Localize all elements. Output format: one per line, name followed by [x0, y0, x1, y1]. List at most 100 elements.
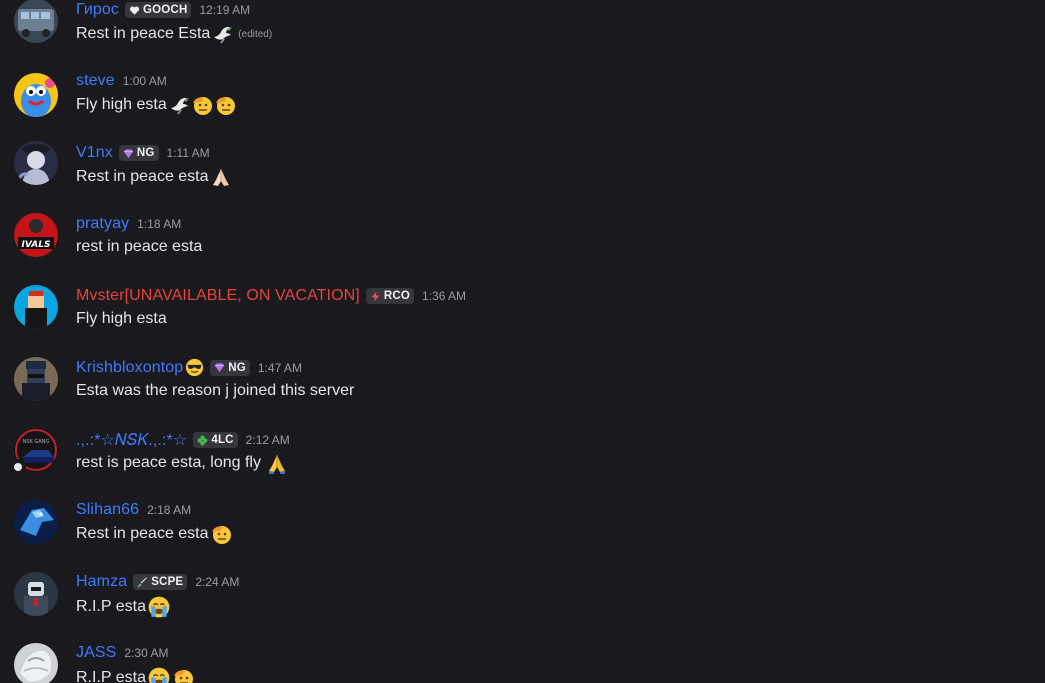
svg-text:IVALS: IVALS [22, 240, 51, 250]
username[interactable]: Гирос [76, 1, 119, 19]
timestamp[interactable]: 1:36 AM [422, 289, 466, 303]
timestamp[interactable]: 1:18 AM [137, 217, 181, 231]
message-text: R.I.P esta [76, 669, 146, 683]
folded-hands-emoji[interactable] [210, 166, 232, 188]
message-text: Esta was the reason j joined this server [76, 382, 355, 399]
avatar-container: NSK GANG [10, 428, 58, 475]
username[interactable]: Mvster[UNAVAILABLE, ON VACATION] [76, 287, 360, 305]
message-header: .,.:*☆𝑁𝑆𝐾.,.:*☆ 4LC 2:12 AM [76, 430, 290, 450]
avatar[interactable] [14, 73, 58, 117]
message-text: Rest in peace esta [76, 525, 209, 542]
message-content: Rest in peace Esta (edited) [76, 23, 272, 45]
saluting-face-emoji[interactable] [210, 523, 232, 545]
server-tag[interactable]: RCO [365, 288, 415, 304]
message-item: Hamza SCPE 2:24 AM R.I.P esta [0, 572, 1045, 632]
edited-label: (edited) [238, 28, 273, 40]
message-item: JASS 2:30 AM R.I.P esta [0, 643, 1045, 683]
message-item: steve 1:00 AM Fly high esta [0, 71, 1045, 131]
server-tag-label: SCPE [151, 576, 184, 588]
server-tag[interactable]: NG [118, 145, 159, 161]
message-text: Fly high esta [76, 310, 167, 327]
message-content: Rest in peace esta [76, 166, 232, 188]
timestamp[interactable]: 2:12 AM [246, 433, 290, 447]
message-header: pratyay 1:18 AM [76, 215, 181, 233]
timestamp[interactable]: 2:30 AM [124, 646, 168, 660]
message-content: R.I.P esta [76, 595, 171, 619]
message-content: R.I.P esta [76, 666, 194, 683]
message-content: Fly high esta [76, 310, 167, 328]
username[interactable]: V1nx [76, 144, 113, 162]
server-tag[interactable]: SCPE [133, 574, 188, 590]
username[interactable]: steve [76, 72, 115, 90]
username[interactable]: Slihan66 [76, 501, 139, 519]
server-tag[interactable]: 4LC [193, 432, 238, 448]
message-header: Hamza SCPE 2:24 AM [76, 573, 239, 591]
username[interactable]: pratyay [76, 215, 129, 233]
status-indicator [10, 459, 26, 475]
avatar[interactable] [14, 643, 58, 683]
message-item: NSK GANG .,.:*☆𝑁𝑆𝐾.,.:*☆ 4LC 2:12 AM res… [0, 428, 1045, 489]
avatar[interactable] [14, 0, 58, 43]
crying-face-emoji[interactable] [147, 595, 171, 619]
clover-icon [197, 435, 208, 445]
avatar[interactable] [14, 285, 58, 329]
server-tag[interactable]: NG [210, 359, 250, 376]
username[interactable]: .,.:*☆𝑁𝑆𝐾.,.:*☆ [76, 430, 187, 450]
timestamp[interactable]: 1:00 AM [123, 74, 167, 88]
saluting-face-emoji[interactable] [191, 94, 213, 116]
crying-face-emoji[interactable] [147, 666, 171, 683]
saluting-face-emoji[interactable] [172, 667, 194, 683]
message-content: Rest in peace esta [76, 523, 232, 545]
timestamp[interactable]: 1:47 AM [258, 361, 302, 375]
server-tag-label: RCO [383, 290, 411, 302]
message-text: rest is peace esta, long fly [76, 454, 261, 471]
server-tag[interactable]: GOOCH [125, 2, 192, 18]
timestamp[interactable]: 2:24 AM [195, 575, 239, 589]
message-item: Krishbloxontop NG 1:47 AM Esta was the r… [0, 357, 1045, 417]
avatar[interactable] [14, 500, 58, 544]
svg-text:NSK GANG: NSK GANG [23, 439, 50, 445]
message-header: Mvster[UNAVAILABLE, ON VACATION] RCO 1:3… [76, 287, 466, 305]
message-item: Slihan66 2:18 AM Rest in peace esta [0, 500, 1045, 560]
username[interactable]: JASS [76, 644, 116, 662]
message-content: Esta was the reason j joined this server [76, 382, 354, 400]
chat-message-list: Гирос GOOCH 12:19 AM Rest in peace Esta … [0, 0, 1045, 683]
dove-emoji[interactable] [211, 23, 233, 45]
message-item: IVALS pratyay 1:18 AM rest in peace esta [0, 213, 1045, 274]
message-text: Rest in peace esta [76, 168, 209, 185]
message-text: Rest in peace Esta [76, 25, 211, 42]
avatar[interactable]: IVALS [14, 213, 58, 257]
lightning-icon [371, 290, 380, 302]
message-content: Fly high esta [76, 94, 236, 116]
message-text: R.I.P esta [76, 598, 146, 615]
sunglasses-face-emoji [186, 358, 204, 377]
folded-hands-emoji[interactable] [266, 452, 288, 474]
message-header: Гирос GOOCH 12:19 AM [76, 1, 250, 19]
message-header: JASS 2:30 AM [76, 644, 168, 662]
message-content: rest is peace esta, long fly [76, 452, 288, 474]
username[interactable]: Hamza [76, 573, 127, 591]
avatar[interactable] [14, 357, 58, 401]
sword-icon [137, 576, 148, 588]
dove-emoji[interactable] [168, 94, 190, 116]
saluting-face-emoji[interactable] [214, 94, 236, 116]
timestamp[interactable]: 12:19 AM [199, 3, 250, 17]
message-header: steve 1:00 AM [76, 72, 167, 90]
message-content: rest in peace esta [76, 238, 202, 256]
avatar[interactable] [14, 572, 58, 616]
timestamp[interactable]: 1:11 AM [167, 146, 210, 160]
heart-icon [129, 6, 140, 15]
username[interactable]: Krishbloxontop [76, 359, 183, 377]
server-tag-label: NG [228, 361, 246, 374]
server-tag-label: 4LC [211, 434, 234, 446]
message-item: Гирос GOOCH 12:19 AM Rest in peace Esta … [0, 0, 1045, 60]
timestamp[interactable]: 2:18 AM [147, 503, 191, 517]
server-tag-label: GOOCH [143, 4, 188, 16]
message-item: V1nx NG 1:11 AM Rest in peace esta [0, 141, 1045, 203]
server-tag-label: NG [136, 147, 155, 159]
message-header: Slihan66 2:18 AM [76, 501, 191, 519]
avatar[interactable] [14, 141, 58, 185]
message-text: rest in peace esta [76, 238, 203, 255]
message-header: V1nx NG 1:11 AM [76, 144, 210, 162]
message-text: Fly high esta [76, 96, 167, 113]
